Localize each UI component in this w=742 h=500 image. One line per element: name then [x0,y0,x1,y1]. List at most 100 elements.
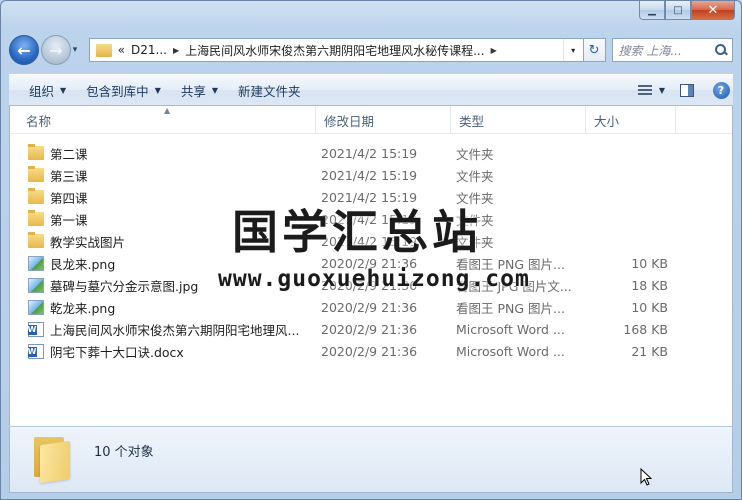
chevron-right-icon[interactable]: ▶ [173,46,179,55]
share-label: 共享 [180,83,206,99]
file-size: 10 KB [631,299,668,315]
column-header-modified[interactable]: 修改日期 [316,106,451,134]
file-modified: 2021/4/2 15:19 [321,189,418,205]
recent-pages-dropdown[interactable]: ▾ [73,45,85,55]
file-type: 看图王 PNG 图片... [456,256,565,272]
file-rows: 第二课 2021/4/2 15:19 文件夹 第三课 2021/4/2 15:1… [10,142,732,362]
organize-label: 组织 [29,83,55,99]
search-input[interactable]: 搜索 上海... [619,42,682,59]
maximize-button[interactable]: □ [665,1,691,20]
dropdown-arrow-icon: ▼ [60,85,67,95]
dropdown-arrow-icon: ▼ [211,85,219,95]
column-header-type[interactable]: 类型 [451,106,586,134]
address-bar[interactable]: « D21... ▶ 上海民间风水师宋俊杰第六期阴阳宅地理风水秘传课程... ▶… [88,38,584,62]
word-doc-icon [28,343,44,359]
image-icon [28,255,44,271]
help-button[interactable]: ? [709,79,733,101]
file-name: 墓碑与墓穴分金示意图.jpg [50,278,199,294]
large-folder-icon [30,437,72,484]
list-item[interactable]: 第一课 2021/4/2 15:19 文件夹 [10,208,732,230]
file-size: 10 KB [631,255,668,271]
file-type: 看图王 PNG 图片... [456,300,565,316]
file-size: 21 KB [631,343,668,359]
caption-buttons: ▁ □ ✕ [639,1,735,20]
list-item[interactable]: 第二课 2021/4/2 15:19 文件夹 [10,142,732,164]
list-item[interactable]: 教学实战图片 2021/4/2 15:19 文件夹 [10,230,732,252]
image-icon [28,277,44,293]
file-modified: 2020/2/9 21:36 [321,299,418,315]
folder-icon [28,231,44,248]
back-button[interactable]: ← [9,35,39,65]
explorer-window: ▁ □ ✕ ← → ▾ « D21... ▶ 上海民间风水师宋俊杰第六期阴阳宅地… [0,0,742,500]
file-type: Microsoft Word ... [456,321,565,337]
file-name: 第一课 [50,212,88,228]
file-type: 看图王 JPG 图片文... [456,278,572,294]
column-header-name[interactable]: 名称 [18,106,316,134]
include-in-library-menu[interactable]: 包含到库中 ▼ [76,77,171,103]
change-view-button[interactable] [633,79,657,101]
list-item[interactable]: 上海民间风水师宋俊杰第六期阴阳宅地理风... 2020/2/9 21:36 Mi… [10,318,732,340]
image-icon [28,299,44,315]
file-name: 教学实战图片 [50,234,126,250]
file-name: 艮龙来.png [50,256,116,272]
file-type: 文件夹 [456,190,494,206]
file-modified: 2021/4/2 15:19 [321,145,418,161]
file-name: 第二课 [50,146,88,162]
toolbar-right-group: ▼ ? [623,79,733,101]
command-bar: 组织 ▼ 包含到库中 ▼ 共享 ▼ 新建文件夹 ▼ ? [9,74,733,106]
breadcrumb-d21[interactable]: D21... [131,43,167,57]
list-item[interactable]: 艮龙来.png 2020/2/9 21:36 看图王 PNG 图片... 10 … [10,252,732,274]
word-doc-icon [28,321,44,337]
breadcrumb-overflow[interactable]: « [118,43,125,57]
folder-icon [28,165,44,182]
view-dropdown-arrow-icon[interactable]: ▼ [659,86,665,95]
chevron-right-icon[interactable]: ▶ [491,46,497,55]
minimize-button[interactable]: ▁ [639,1,665,20]
file-modified: 2021/4/2 15:19 [321,211,418,227]
list-item[interactable]: 第三课 2021/4/2 15:19 文件夹 [10,164,732,186]
address-dropdown-button[interactable]: ▾ [562,39,583,61]
file-name: 上海民间风水师宋俊杰第六期阴阳宅地理风... [50,322,300,338]
file-name: 乾龙来.png [50,300,116,316]
file-size: 18 KB [631,277,668,293]
file-modified: 2021/4/2 15:19 [321,233,418,249]
file-type: 文件夹 [456,212,494,228]
file-name: 第三课 [50,168,88,184]
file-modified: 2020/2/9 21:36 [321,277,418,293]
file-list-view[interactable]: ▲ 名称 修改日期 类型 大小 第二课 2021/4/2 15:19 文件夹 第… [9,106,733,426]
column-header-size[interactable]: 大小 [586,106,676,134]
file-modified: 2020/2/9 21:36 [321,343,418,359]
include-in-library-label: 包含到库中 [86,83,149,99]
file-name: 阴宅下葬十大口诀.docx [50,344,184,360]
file-size: 168 KB [623,321,668,337]
file-type: 文件夹 [456,146,494,162]
forward-button[interactable]: → [40,35,71,65]
list-item[interactable]: 第四课 2021/4/2 15:19 文件夹 [10,186,732,208]
item-count: 10 个对象 [94,445,154,460]
folder-icon [28,187,44,204]
column-headers: ▲ 名称 修改日期 类型 大小 [10,106,732,134]
new-folder-label: 新建文件夹 [238,83,301,99]
close-button[interactable]: ✕ [691,1,735,20]
preview-pane-icon [680,83,694,97]
organize-menu[interactable]: 组织 ▼ [19,77,76,103]
view-list-icon [637,85,652,95]
list-item[interactable]: 阴宅下葬十大口诀.docx 2020/2/9 21:36 Microsoft W… [10,340,732,362]
preview-pane-button[interactable] [675,79,699,101]
folder-icon [28,209,44,226]
list-item[interactable]: 乾龙来.png 2020/2/9 21:36 看图王 PNG 图片... 10 … [10,296,732,318]
file-modified: 2020/2/9 21:36 [321,321,418,337]
search-icon[interactable] [714,44,727,56]
file-type: 文件夹 [456,168,494,184]
search-box[interactable]: 搜索 上海... [611,38,733,62]
new-folder-button[interactable]: 新建文件夹 [228,77,311,103]
file-name: 第四课 [50,190,88,206]
help-icon: ? [712,81,730,99]
file-type: Microsoft Word ... [456,343,565,359]
details-pane: 10 个对象 [9,426,733,493]
breadcrumb-current-folder[interactable]: 上海民间风水师宋俊杰第六期阴阳宅地理风水秘传课程... [185,42,484,59]
share-menu[interactable]: 共享 ▼ [171,77,228,103]
refresh-button[interactable]: ↻ [583,38,606,62]
folder-icon [95,43,112,57]
list-item[interactable]: 墓碑与墓穴分金示意图.jpg 2020/2/9 21:36 看图王 JPG 图片… [10,274,732,296]
